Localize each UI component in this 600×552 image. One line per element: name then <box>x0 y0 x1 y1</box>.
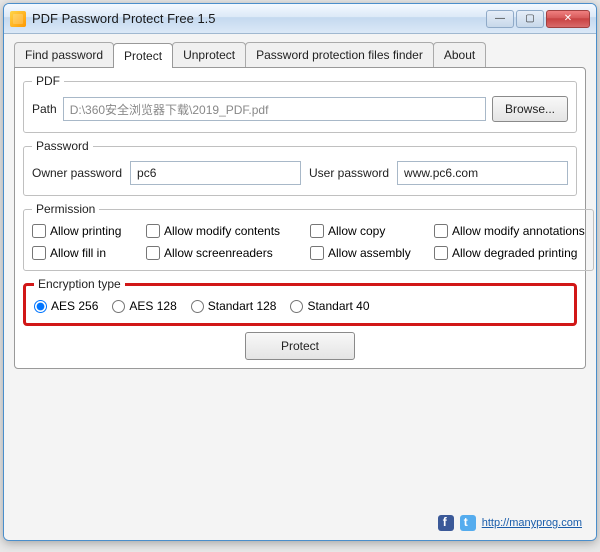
checkbox[interactable] <box>146 224 160 238</box>
group-permission: Permission Allow printing Allow modify c… <box>23 202 594 271</box>
group-password: Password Owner password User password <box>23 139 577 196</box>
perm-label: Allow copy <box>328 224 385 238</box>
app-icon <box>10 11 26 27</box>
tab-label: Find password <box>25 48 103 62</box>
radio-aes-128[interactable]: AES 128 <box>112 299 176 313</box>
radio-label: AES 128 <box>129 299 176 313</box>
radio[interactable] <box>34 300 47 313</box>
perm-allow-fill-in[interactable]: Allow fill in <box>32 246 142 260</box>
tab-protect[interactable]: Protect <box>113 43 173 68</box>
close-button[interactable]: ✕ <box>546 10 590 28</box>
maximize-button[interactable]: ▢ <box>516 10 544 28</box>
perm-allow-degraded-printing[interactable]: Allow degraded printing <box>434 246 585 260</box>
perm-allow-copy[interactable]: Allow copy <box>310 224 430 238</box>
radio-aes-256[interactable]: AES 256 <box>34 299 98 313</box>
window-buttons: — ▢ ✕ <box>486 10 590 28</box>
checkbox[interactable] <box>146 246 160 260</box>
owner-password-label: Owner password <box>32 166 122 180</box>
group-password-legend: Password <box>32 139 93 153</box>
group-encryption-legend: Encryption type <box>34 277 125 291</box>
radio[interactable] <box>112 300 125 313</box>
radio[interactable] <box>191 300 204 313</box>
protect-button[interactable]: Protect <box>245 332 355 360</box>
group-encryption-type: Encryption type AES 256 AES 128 Standart… <box>23 277 577 326</box>
perm-label: Allow fill in <box>50 246 106 260</box>
encryption-radios: AES 256 AES 128 Standart 128 Standart 40 <box>34 299 566 313</box>
protect-row: Protect <box>23 332 577 360</box>
tab-finder[interactable]: Password protection files finder <box>245 42 434 67</box>
user-password-input[interactable] <box>397 161 568 185</box>
checkbox[interactable] <box>32 246 46 260</box>
perm-allow-printing[interactable]: Allow printing <box>32 224 142 238</box>
user-password-label: User password <box>309 166 389 180</box>
tabstrip: Find password Protect Unprotect Password… <box>14 42 586 67</box>
browse-button[interactable]: Browse... <box>492 96 568 122</box>
tab-unprotect[interactable]: Unprotect <box>172 42 246 67</box>
perm-label: Allow screenreaders <box>164 246 273 260</box>
minimize-button[interactable]: — <box>486 10 514 28</box>
vendor-link[interactable]: http://manyprog.com <box>482 517 582 529</box>
tab-about[interactable]: About <box>433 42 486 67</box>
perm-label: Allow assembly <box>328 246 411 260</box>
tab-label: Protect <box>124 49 162 63</box>
window-title: PDF Password Protect Free 1.5 <box>32 11 486 26</box>
tab-panel-protect: PDF Path Browse... Password Owner passwo… <box>14 67 586 369</box>
radio-label: Standart 128 <box>208 299 277 313</box>
statusbar: http://manyprog.com <box>14 512 586 534</box>
app-window: PDF Password Protect Free 1.5 — ▢ ✕ Find… <box>3 3 597 541</box>
checkbox[interactable] <box>434 224 448 238</box>
radio[interactable] <box>290 300 303 313</box>
twitter-icon[interactable] <box>460 515 476 531</box>
checkbox[interactable] <box>310 246 324 260</box>
tab-label: Password protection files finder <box>256 48 423 62</box>
permission-grid: Allow printing Allow modify contents All… <box>32 224 585 260</box>
radio-standart-128[interactable]: Standart 128 <box>191 299 277 313</box>
owner-password-input[interactable] <box>130 161 301 185</box>
radio-standart-40[interactable]: Standart 40 <box>290 299 369 313</box>
perm-label: Allow degraded printing <box>452 246 577 260</box>
perm-allow-modify-contents[interactable]: Allow modify contents <box>146 224 306 238</box>
group-pdf: PDF Path Browse... <box>23 74 577 133</box>
checkbox[interactable] <box>434 246 448 260</box>
perm-allow-modify-annotations[interactable]: Allow modify annotations <box>434 224 585 238</box>
group-permission-legend: Permission <box>32 202 99 216</box>
content-area: Find password Protect Unprotect Password… <box>4 34 596 540</box>
radio-label: Standart 40 <box>307 299 369 313</box>
perm-allow-screenreaders[interactable]: Allow screenreaders <box>146 246 306 260</box>
perm-label: Allow modify contents <box>164 224 280 238</box>
facebook-icon[interactable] <box>438 515 454 531</box>
checkbox[interactable] <box>32 224 46 238</box>
tab-label: About <box>444 48 475 62</box>
path-label: Path <box>32 102 57 116</box>
group-pdf-legend: PDF <box>32 74 64 88</box>
path-input[interactable] <box>63 97 486 121</box>
radio-label: AES 256 <box>51 299 98 313</box>
checkbox[interactable] <box>310 224 324 238</box>
perm-label: Allow printing <box>50 224 121 238</box>
tab-find-password[interactable]: Find password <box>14 42 114 67</box>
perm-label: Allow modify annotations <box>452 224 585 238</box>
tab-label: Unprotect <box>183 48 235 62</box>
perm-allow-assembly[interactable]: Allow assembly <box>310 246 430 260</box>
titlebar[interactable]: PDF Password Protect Free 1.5 — ▢ ✕ <box>4 4 596 34</box>
